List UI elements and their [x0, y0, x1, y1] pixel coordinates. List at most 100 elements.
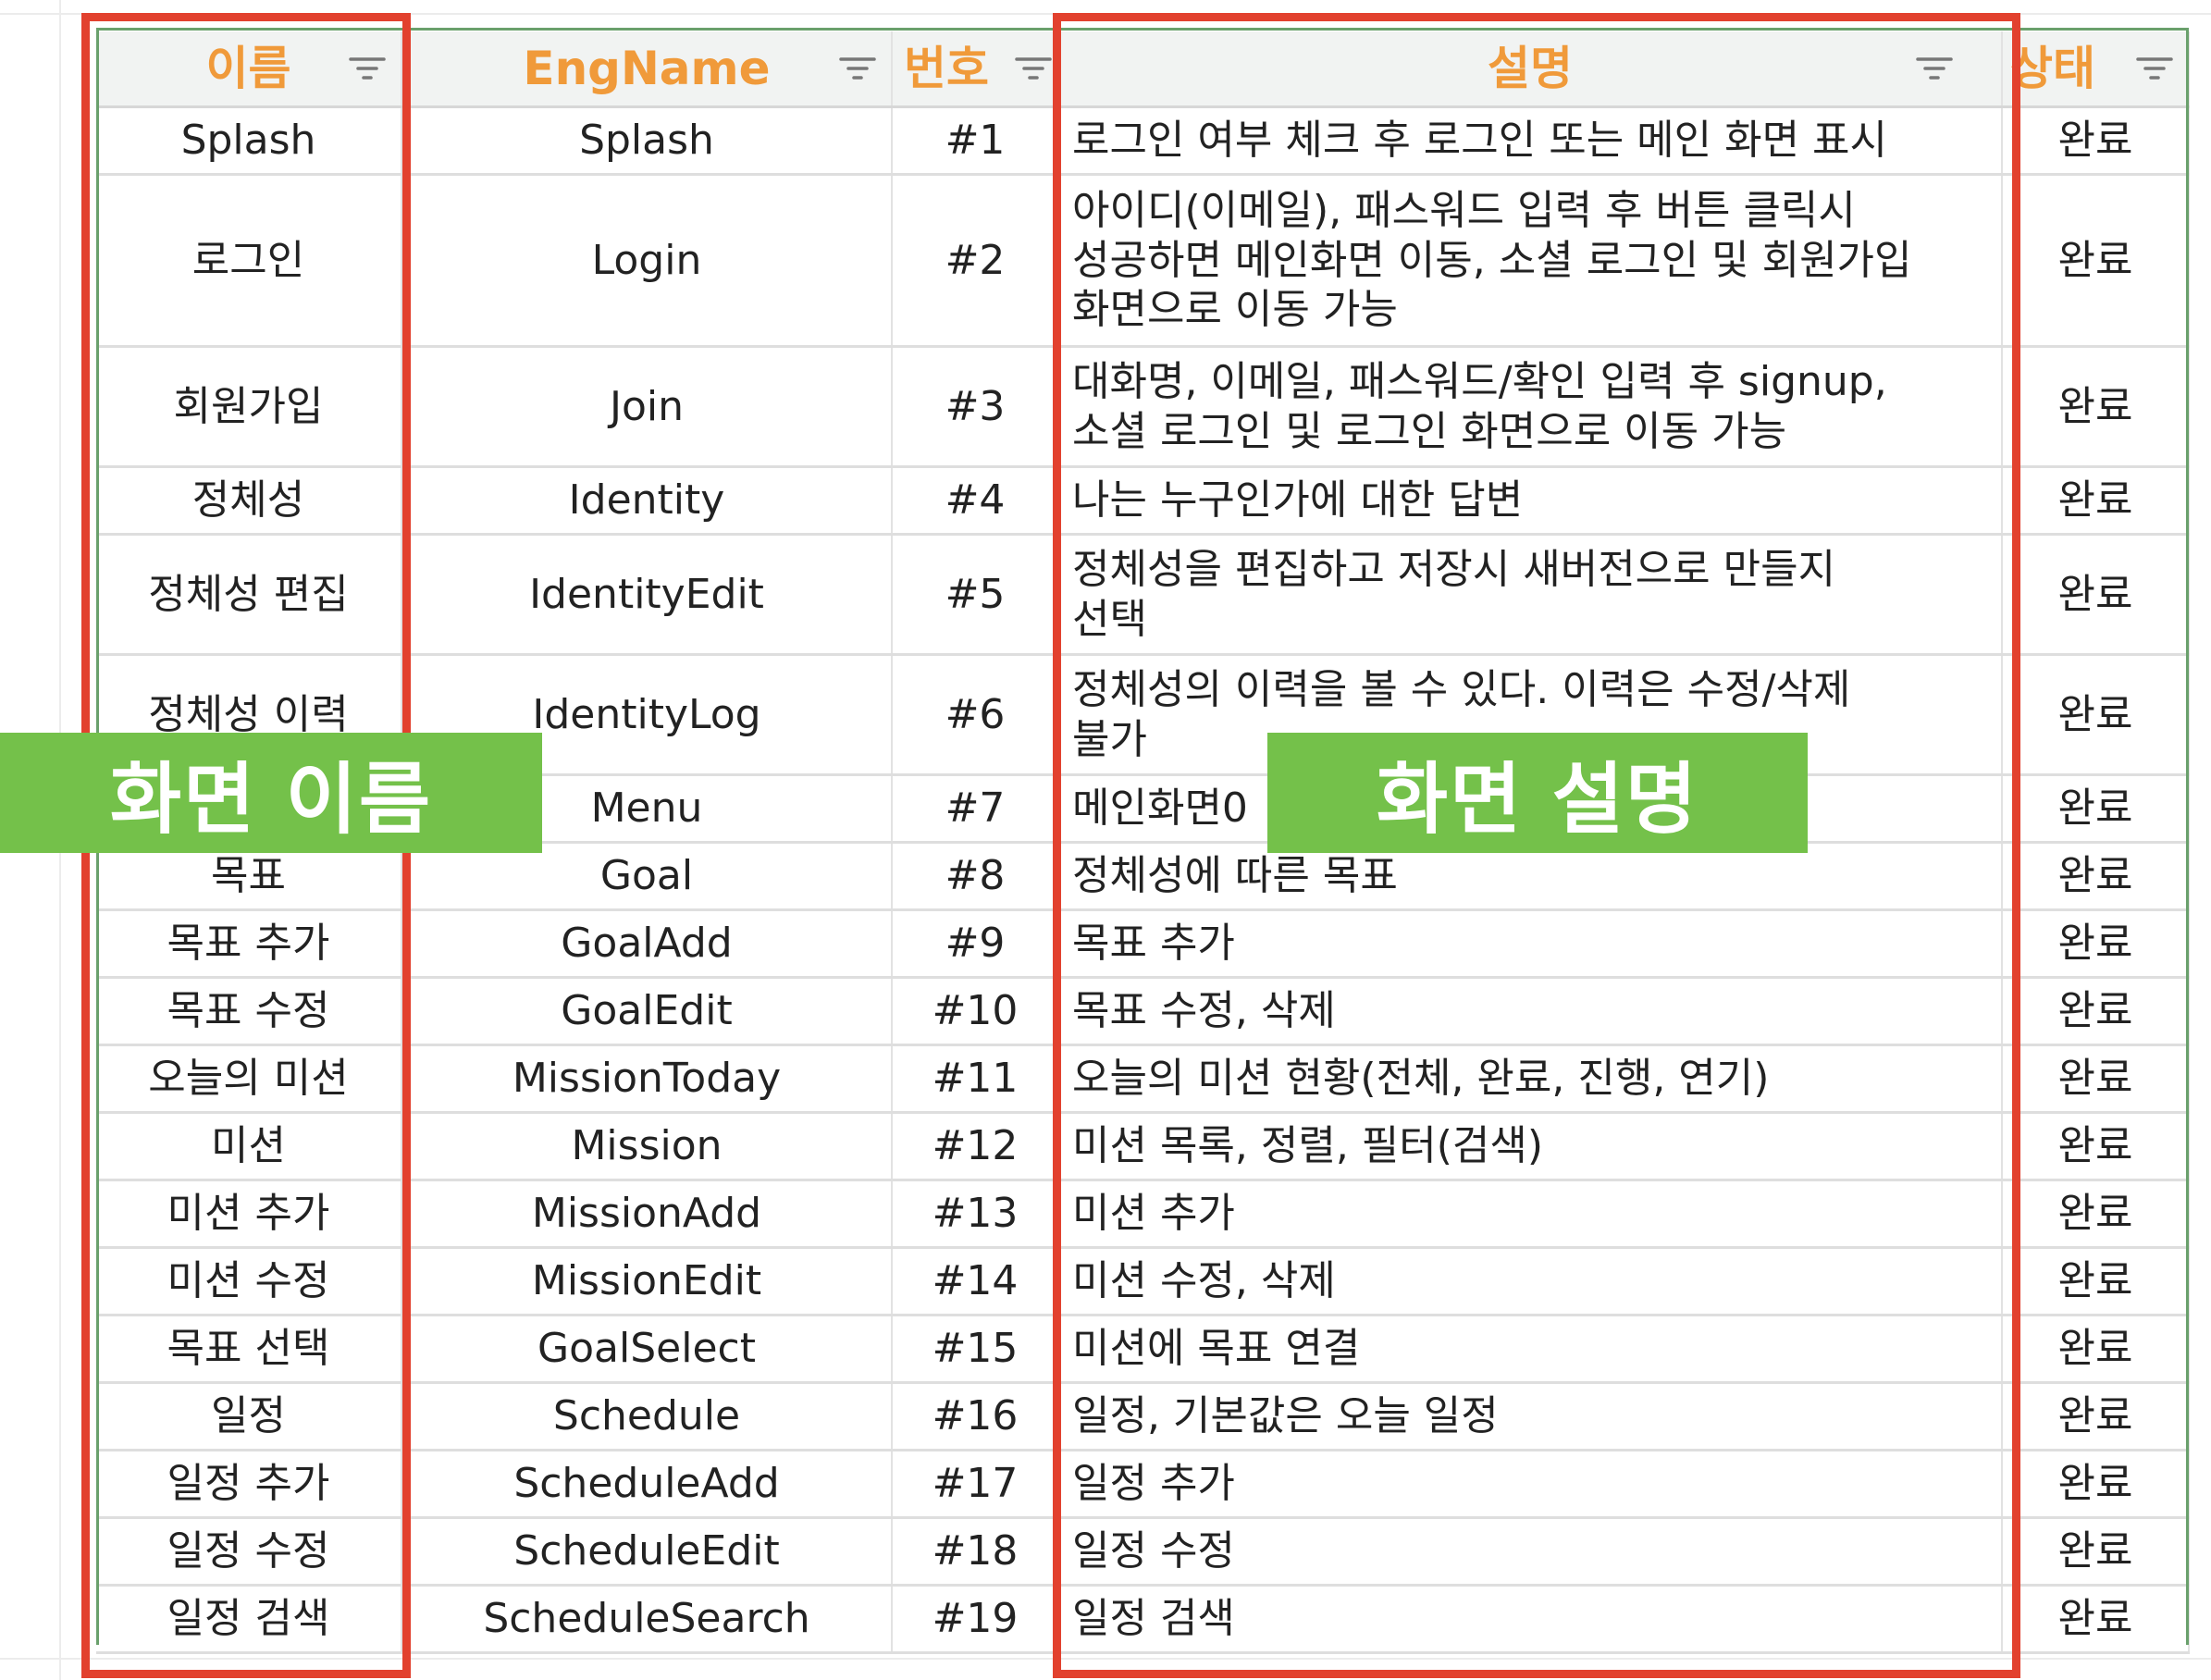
- cell-number[interactable]: #18: [892, 1517, 1059, 1587]
- cell-status[interactable]: 완료: [2002, 909, 2190, 979]
- cell-status[interactable]: 완료: [2002, 1382, 2190, 1451]
- cell-name[interactable]: 로그인: [96, 174, 402, 348]
- cell-engname[interactable]: GoalSelect: [401, 1315, 893, 1384]
- cell-name[interactable]: 일정 추가: [96, 1450, 402, 1519]
- cell-number[interactable]: #8: [892, 842, 1059, 911]
- table-row[interactable]: 일정 추가 ScheduleAdd #17 일정 추가 완료: [96, 1450, 2190, 1519]
- cell-status[interactable]: 완료: [2002, 654, 2190, 776]
- cell-status[interactable]: 완료: [2002, 466, 2190, 536]
- cell-engname[interactable]: Login: [401, 174, 893, 348]
- filter-icon[interactable]: [347, 56, 388, 81]
- cell-number[interactable]: #9: [892, 909, 1059, 979]
- cell-status[interactable]: 완료: [2002, 1247, 2190, 1316]
- cell-name[interactable]: 목표 추가: [96, 909, 402, 979]
- cell-number[interactable]: #17: [892, 1450, 1059, 1519]
- table-row[interactable]: 목표 추가 GoalAdd #9 목표 추가 완료: [96, 909, 2190, 979]
- cell-engname[interactable]: Identity: [401, 466, 893, 536]
- table-row[interactable]: 로그인 Login #2 아이디(이메일), 패스워드 입력 후 버튼 클릭시 성공하면…: [96, 174, 2190, 348]
- cell-engname[interactable]: GoalAdd: [401, 909, 893, 979]
- cell-description[interactable]: 일정 추가: [1058, 1450, 2003, 1519]
- filter-icon[interactable]: [2134, 56, 2175, 81]
- cell-number[interactable]: #13: [892, 1180, 1059, 1249]
- cell-engname[interactable]: GoalEdit: [401, 977, 893, 1046]
- table-row[interactable]: Splash Splash #1 로그인 여부 체크 후 로그인 또는 메인 화면 표…: [96, 106, 2190, 176]
- cell-status[interactable]: 완료: [2002, 1044, 2190, 1114]
- column-header-engname[interactable]: EngName: [401, 31, 893, 108]
- cell-description[interactable]: 아이디(이메일), 패스워드 입력 후 버튼 클릭시 성공하면 메인화면 이동, …: [1058, 174, 2003, 348]
- cell-status[interactable]: 완료: [2002, 1450, 2190, 1519]
- table-row[interactable]: 미션 수정 MissionEdit #14 미션 수정, 삭제 완료: [96, 1247, 2190, 1316]
- cell-name[interactable]: 오늘의 미션: [96, 1044, 402, 1114]
- table-row[interactable]: 일정 수정 ScheduleEdit #18 일정 수정 완료: [96, 1517, 2190, 1587]
- cell-name[interactable]: 일정 검색: [96, 1585, 402, 1654]
- filter-icon[interactable]: [1914, 56, 1955, 81]
- cell-engname[interactable]: ScheduleEdit: [401, 1517, 893, 1587]
- table-row[interactable]: 미션 Mission #12 미션 목록, 정렬, 필터(검색) 완료: [96, 1112, 2190, 1181]
- cell-number[interactable]: #6: [892, 654, 1059, 776]
- cell-status[interactable]: 완료: [2002, 1180, 2190, 1249]
- cell-engname[interactable]: MissionAdd: [401, 1180, 893, 1249]
- table-row[interactable]: 목표 수정 GoalEdit #10 목표 수정, 삭제 완료: [96, 977, 2190, 1046]
- cell-status[interactable]: 완료: [2002, 534, 2190, 656]
- cell-engname[interactable]: ScheduleSearch: [401, 1585, 893, 1654]
- table-row[interactable]: 오늘의 미션 MissionToday #11 오늘의 미션 현황(전체, 완료, 진…: [96, 1044, 2190, 1114]
- column-header-name[interactable]: 이름: [96, 31, 402, 108]
- cell-description[interactable]: 미션 목록, 정렬, 필터(검색): [1058, 1112, 2003, 1181]
- table-row[interactable]: 일정 Schedule #16 일정, 기본값은 오늘 일정 완료: [96, 1382, 2190, 1451]
- table-row[interactable]: 미션 추가 MissionAdd #13 미션 추가 완료: [96, 1180, 2190, 1249]
- cell-engname[interactable]: IdentityEdit: [401, 534, 893, 656]
- cell-description[interactable]: 로그인 여부 체크 후 로그인 또는 메인 화면 표시: [1058, 106, 2003, 176]
- cell-number[interactable]: #14: [892, 1247, 1059, 1316]
- cell-description[interactable]: 미션에 목표 연결: [1058, 1315, 2003, 1384]
- cell-name[interactable]: 정체성: [96, 466, 402, 536]
- column-header-description[interactable]: 설명: [1058, 31, 2003, 108]
- cell-name[interactable]: 미션: [96, 1112, 402, 1181]
- cell-description[interactable]: 일정 검색: [1058, 1585, 2003, 1654]
- cell-description[interactable]: 미션 추가: [1058, 1180, 2003, 1249]
- cell-name[interactable]: 목표 수정: [96, 977, 402, 1046]
- cell-status[interactable]: 완료: [2002, 977, 2190, 1046]
- cell-description[interactable]: 오늘의 미션 현황(전체, 완료, 진행, 연기): [1058, 1044, 2003, 1114]
- cell-description[interactable]: 대화명, 이메일, 패스워드/확인 입력 후 signup, 소셜 로그인 및 로…: [1058, 346, 2003, 468]
- cell-status[interactable]: 완료: [2002, 1315, 2190, 1384]
- filter-icon[interactable]: [837, 56, 878, 81]
- cell-number[interactable]: #10: [892, 977, 1059, 1046]
- cell-engname[interactable]: MissionEdit: [401, 1247, 893, 1316]
- cell-name[interactable]: Splash: [96, 106, 402, 176]
- cell-status[interactable]: 완료: [2002, 174, 2190, 348]
- table-row[interactable]: 일정 검색 ScheduleSearch #19 일정 검색 완료: [96, 1585, 2190, 1654]
- cell-number[interactable]: #15: [892, 1315, 1059, 1384]
- cell-description[interactable]: 미션 수정, 삭제: [1058, 1247, 2003, 1316]
- cell-status[interactable]: 완료: [2002, 774, 2190, 844]
- cell-number[interactable]: #19: [892, 1585, 1059, 1654]
- cell-number[interactable]: #11: [892, 1044, 1059, 1114]
- cell-name[interactable]: 목표 선택: [96, 1315, 402, 1384]
- cell-engname[interactable]: Splash: [401, 106, 893, 176]
- cell-status[interactable]: 완료: [2002, 1112, 2190, 1181]
- cell-description[interactable]: 목표 수정, 삭제: [1058, 977, 2003, 1046]
- cell-number[interactable]: #16: [892, 1382, 1059, 1451]
- cell-status[interactable]: 완료: [2002, 106, 2190, 176]
- cell-status[interactable]: 완료: [2002, 346, 2190, 468]
- column-header-status[interactable]: 상태: [2002, 31, 2190, 108]
- cell-description[interactable]: 일정, 기본값은 오늘 일정: [1058, 1382, 2003, 1451]
- filter-icon[interactable]: [1013, 56, 1054, 81]
- cell-description[interactable]: 목표 추가: [1058, 909, 2003, 979]
- cell-number[interactable]: #1: [892, 106, 1059, 176]
- table-row[interactable]: 정체성 편집 IdentityEdit #5 정체성을 편집하고 저장시 새버전으로 …: [96, 534, 2190, 656]
- cell-status[interactable]: 완료: [2002, 1517, 2190, 1587]
- column-header-number[interactable]: 번호: [892, 31, 1059, 108]
- cell-engname[interactable]: Mission: [401, 1112, 893, 1181]
- cell-status[interactable]: 완료: [2002, 1585, 2190, 1654]
- cell-number[interactable]: #3: [892, 346, 1059, 468]
- table-row[interactable]: 회원가입 Join #3 대화명, 이메일, 패스워드/확인 입력 후 signup,…: [96, 346, 2190, 468]
- cell-engname[interactable]: Schedule: [401, 1382, 893, 1451]
- cell-number[interactable]: #5: [892, 534, 1059, 656]
- cell-description[interactable]: 정체성을 편집하고 저장시 새버전으로 만들지 선택: [1058, 534, 2003, 656]
- cell-number[interactable]: #2: [892, 174, 1059, 348]
- cell-number[interactable]: #12: [892, 1112, 1059, 1181]
- cell-number[interactable]: #7: [892, 774, 1059, 844]
- table-row[interactable]: 목표 선택 GoalSelect #15 미션에 목표 연결 완료: [96, 1315, 2190, 1384]
- cell-engname[interactable]: ScheduleAdd: [401, 1450, 893, 1519]
- cell-engname[interactable]: MissionToday: [401, 1044, 893, 1114]
